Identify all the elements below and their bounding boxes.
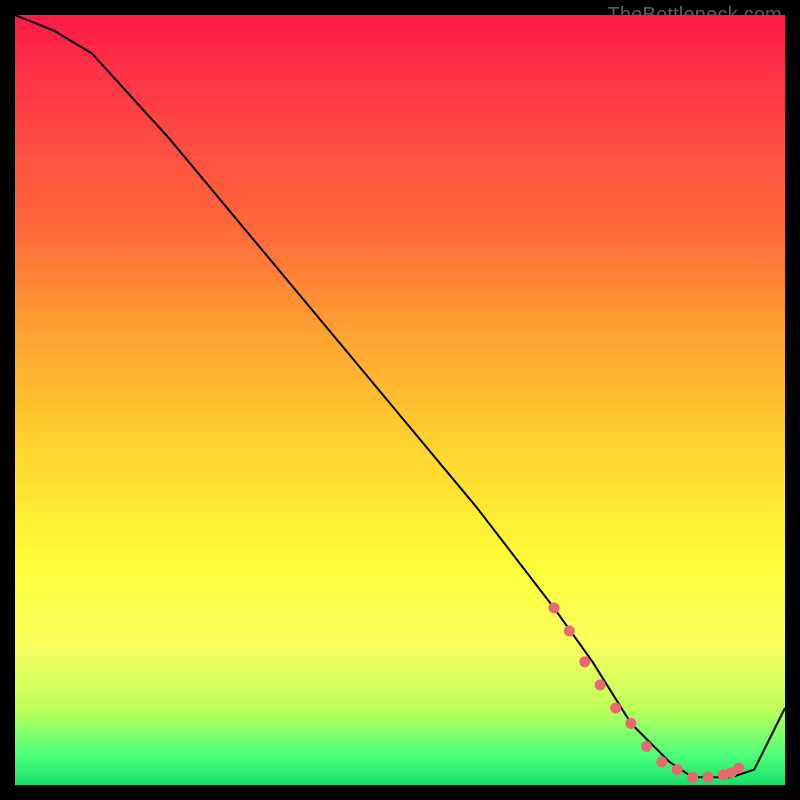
data-dot: [656, 756, 667, 767]
data-dot: [641, 741, 652, 752]
chart-stage: TheBottleneck.com: [0, 0, 800, 800]
bottleneck-curve: [15, 15, 785, 777]
data-dot: [626, 718, 637, 729]
data-dot: [564, 626, 575, 637]
data-dots-group: [549, 602, 745, 782]
data-dot: [672, 764, 683, 775]
data-dot: [610, 703, 621, 714]
data-dot: [579, 656, 590, 667]
data-dot: [595, 679, 606, 690]
curve-svg: [15, 15, 785, 785]
data-dot: [703, 772, 714, 783]
data-dot: [549, 602, 560, 613]
plot-area: [15, 15, 785, 785]
data-dot: [733, 763, 744, 774]
data-dot: [687, 772, 698, 783]
